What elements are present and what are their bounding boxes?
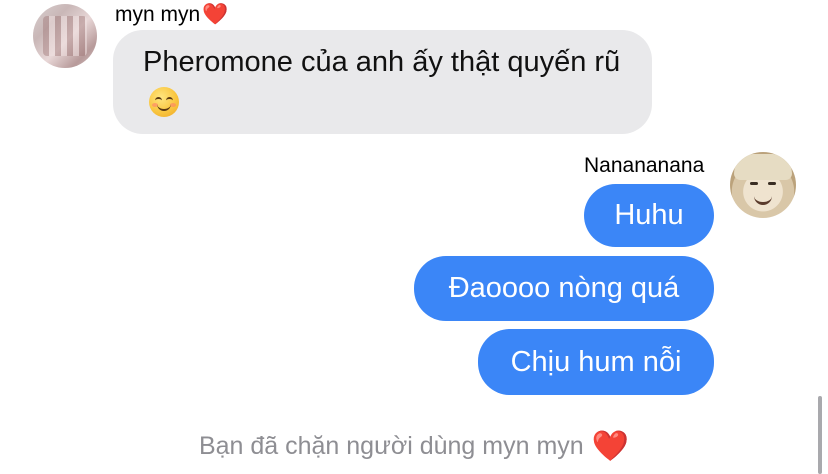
- sender-name-incoming: myn myn❤️: [115, 3, 228, 27]
- incoming-message-bubble[interactable]: Pheromone của anh ấy thật quyến rũ: [113, 30, 652, 134]
- blocked-user-notice: Bạn đã chặn người dùng myn myn ❤️: [0, 430, 828, 463]
- avatar-eye-right: [768, 182, 776, 185]
- red-heart-icon: ❤️: [202, 3, 229, 26]
- sender-avatar-nanananana[interactable]: [730, 152, 796, 218]
- smiling-face-emoji-icon: [149, 87, 179, 117]
- scrollbar[interactable]: [818, 396, 822, 474]
- red-heart-icon: ❤️: [591, 430, 630, 463]
- outgoing-message-text: Huhu: [614, 199, 684, 231]
- sender-name-label: Nanananana: [584, 154, 705, 177]
- outgoing-message-bubble[interactable]: Huhu: [584, 184, 714, 247]
- sender-name-label: myn myn: [115, 3, 201, 26]
- sender-avatar-myn-myn[interactable]: [33, 4, 97, 68]
- outgoing-message-text: Đaoooo nòng quá: [448, 272, 680, 304]
- outgoing-message-text: Chịu hum nỗi: [510, 345, 682, 378]
- avatar-smile: [754, 194, 772, 205]
- avatar-photo: [43, 16, 87, 56]
- incoming-message-text: Pheromone của anh ấy thật quyến rũ: [143, 46, 621, 78]
- sender-name-outgoing: Nanananana: [584, 154, 704, 178]
- outgoing-message-bubble[interactable]: Đaoooo nòng quá: [414, 256, 714, 321]
- avatar-photo: [734, 154, 792, 180]
- avatar-eye-left: [750, 182, 758, 185]
- emoji-mouth: [157, 103, 171, 111]
- blocked-notice-text: Bạn đã chặn người dùng myn myn: [198, 432, 584, 460]
- outgoing-message-bubble[interactable]: Chịu hum nỗi: [478, 329, 714, 395]
